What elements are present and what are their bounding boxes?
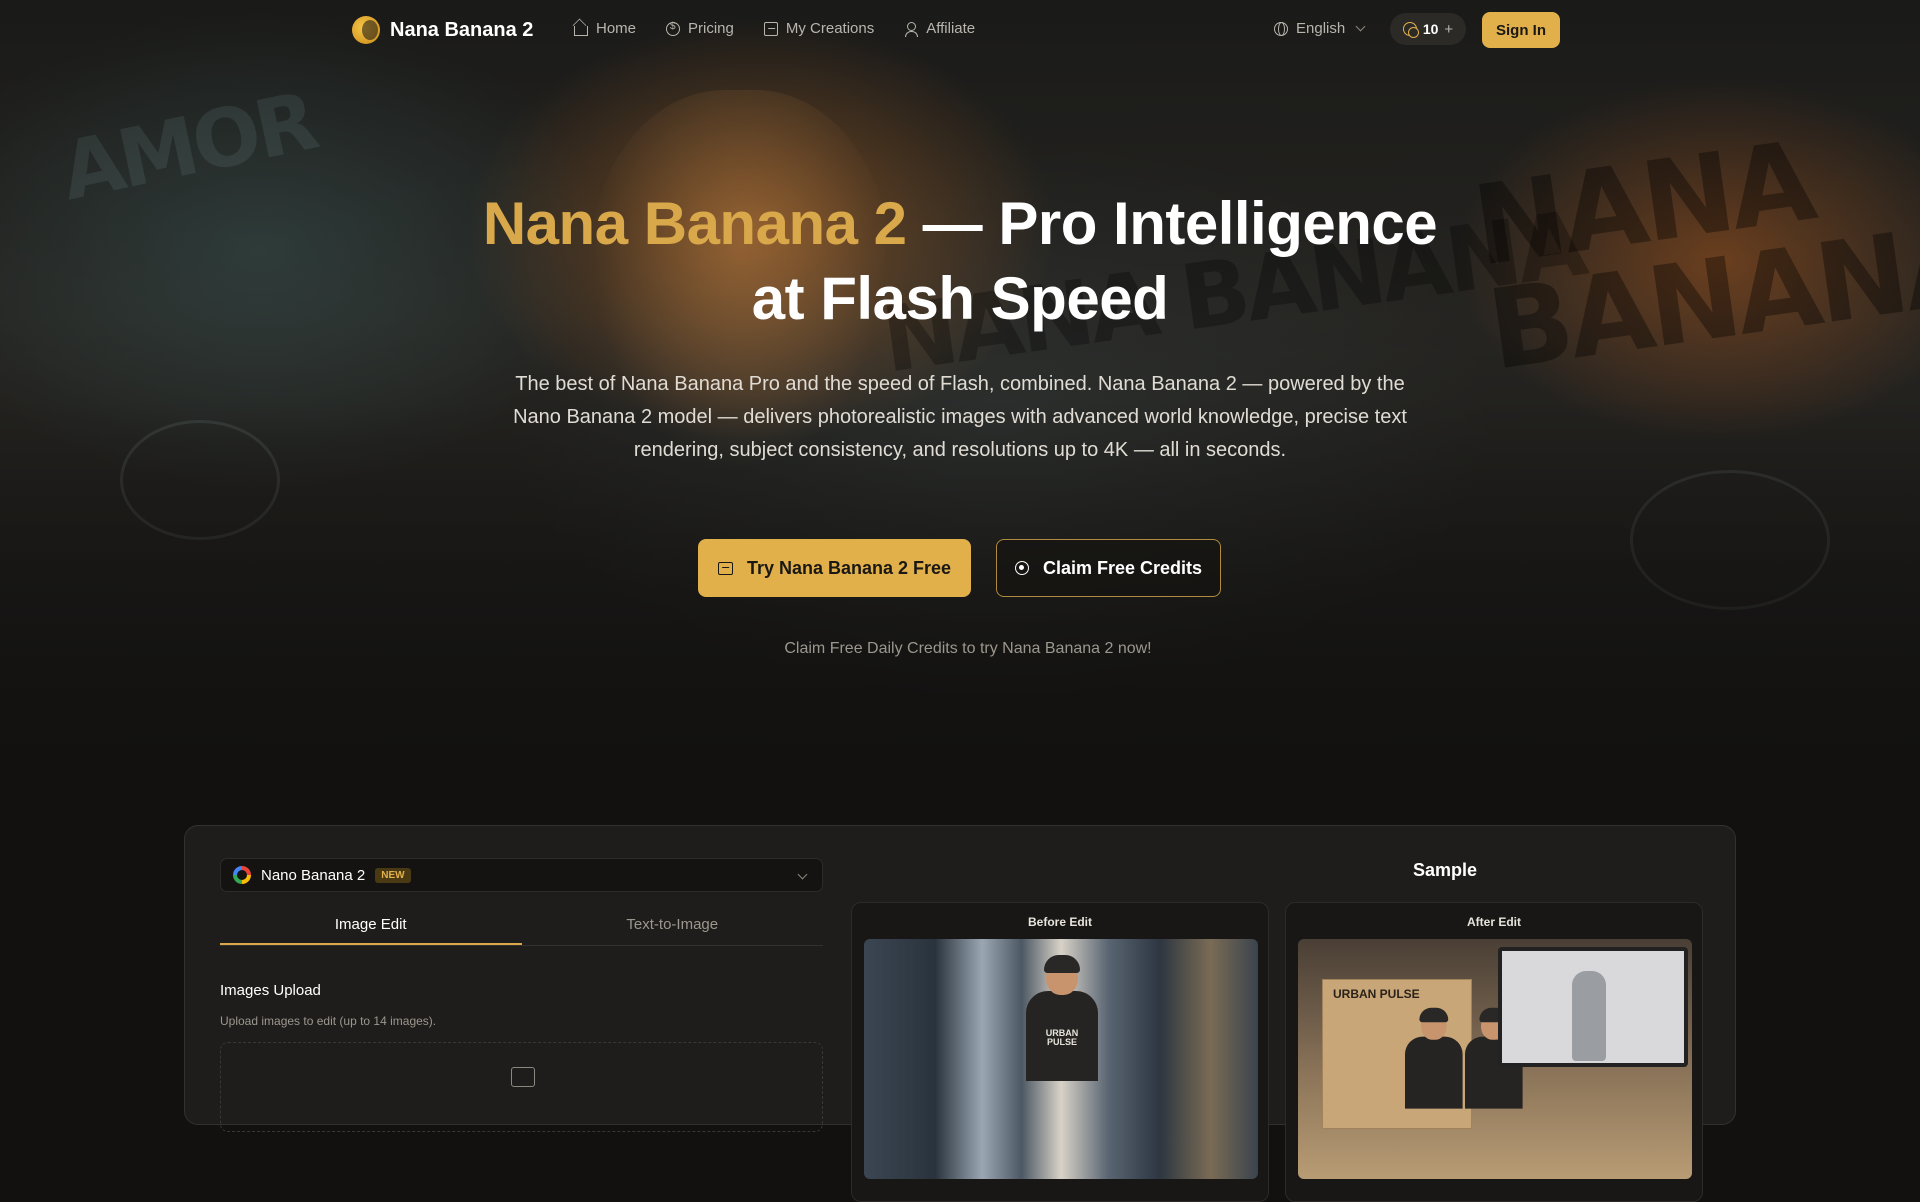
grey-3d-figure	[1572, 971, 1606, 1061]
try-free-label: Try Nana Banana 2 Free	[746, 557, 952, 578]
graffiti-scribble	[120, 420, 280, 540]
nav-link-label: Affiliate	[926, 20, 976, 37]
nav-links: Home Pricing My Creations Affiliate	[574, 20, 975, 37]
hoodie-print: URBAN PULSE	[1045, 1028, 1079, 1047]
nav-link-label: Pricing	[688, 20, 734, 37]
nav-link-label: My Creations	[785, 20, 875, 37]
person-figure: URBAN PULSE	[1026, 955, 1098, 1081]
image-dropzone[interactable]	[220, 1042, 823, 1132]
chevron-down-icon	[1355, 21, 1366, 32]
model-selector[interactable]: Nano Banana 2 NEW	[220, 858, 823, 892]
add-credits-icon: +	[1444, 20, 1454, 38]
try-free-button[interactable]: Try Nana Banana 2 Free	[698, 539, 971, 597]
user-icon	[904, 21, 919, 37]
image-icon	[717, 561, 733, 575]
credits-count: 10	[1422, 21, 1439, 37]
claim-note: Claim Free Daily Credits to try Nana Ban…	[784, 640, 1152, 657]
sign-in-button[interactable]: Sign In	[1482, 12, 1560, 48]
model-name: Nano Banana 2	[261, 866, 366, 884]
brand-name: Nana Banana 2	[390, 18, 534, 41]
globe-icon	[1274, 21, 1288, 36]
banana-logo-icon	[352, 16, 380, 44]
upload-image-icon	[511, 1067, 535, 1087]
claim-credits-button[interactable]: Claim Free Credits	[996, 539, 1221, 597]
after-edit-label: After Edit	[1467, 915, 1521, 929]
sample-title: Sample	[1412, 860, 1478, 880]
box-print: URBAN PULSE	[1333, 987, 1420, 1001]
upload-title: Images Upload	[220, 982, 321, 999]
nav-link-home[interactable]: Home	[574, 20, 636, 37]
brand-logo-link[interactable]: Nana Banana 2	[352, 16, 533, 44]
graffiti-scribble	[1630, 470, 1830, 610]
before-edit-card: Before Edit URBAN PULSE	[851, 902, 1269, 1202]
dollar-circle-icon	[666, 21, 681, 36]
google-logo-icon	[233, 866, 251, 884]
after-edit-card: After Edit URBAN PULSE	[1285, 902, 1703, 1202]
image-icon	[763, 21, 778, 36]
upload-hint: Upload images to edit (up to 14 images).	[220, 1014, 437, 1028]
credits-badge[interactable]: 10 +	[1390, 13, 1466, 45]
generator-panel: Nano Banana 2 NEW Image Edit Text-to-Ima…	[184, 825, 1736, 1202]
hero-title: Nana Banana 2 — Pro Intelligence at Flas…	[0, 186, 1920, 336]
chevron-down-icon	[797, 869, 808, 880]
nav-link-affiliate[interactable]: Affiliate	[904, 20, 975, 37]
coins-icon	[1402, 22, 1419, 38]
nav-link-my-creations[interactable]: My Creations	[763, 20, 875, 37]
figurine-1	[1405, 1007, 1463, 1109]
hero-subtitle: The best of Nana Banana Pro and the spee…	[513, 373, 1407, 461]
claim-credits-label: Claim Free Credits	[1042, 557, 1203, 578]
mode-tabs: Image Edit Text-to-Image	[220, 906, 823, 946]
tab-image-edit[interactable]: Image Edit	[220, 906, 522, 945]
language-selector[interactable]: English	[1274, 20, 1366, 37]
monitor-3d-model	[1498, 947, 1688, 1067]
coin-icon	[1014, 561, 1029, 575]
new-badge: NEW	[375, 867, 411, 883]
home-icon	[574, 25, 588, 36]
before-edit-label: Before Edit	[1027, 915, 1092, 929]
after-edit-image: URBAN PULSE	[1298, 939, 1692, 1179]
language-label: English	[1296, 20, 1346, 37]
tab-text-to-image[interactable]: Text-to-Image	[522, 906, 824, 945]
nav-link-label: Home	[596, 20, 637, 37]
hero-title-accent: Nana Banana 2	[482, 190, 907, 257]
nav-link-pricing[interactable]: Pricing	[666, 20, 734, 37]
before-edit-image: URBAN PULSE	[864, 939, 1258, 1179]
hero-title-line2: at Flash Speed	[751, 265, 1169, 332]
top-navbar: Nana Banana 2 Home Pricing My Creations …	[0, 0, 1920, 60]
hero-title-line1: — Pro Intelligence	[906, 190, 1438, 257]
